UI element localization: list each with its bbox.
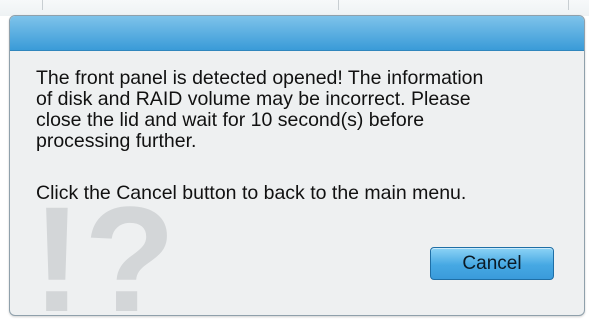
instruction-text: Click the Cancel button to back to the m… (36, 182, 467, 204)
message-line: The front panel is detected opened! The … (36, 67, 484, 89)
warning-dialog: !? The front panel is detected opened! T… (9, 15, 585, 316)
cancel-button[interactable]: Cancel (430, 247, 554, 280)
background-window-strip (0, 0, 589, 16)
message-line: of disk and RAID volume may be incorrect… (36, 88, 471, 110)
background-divider (338, 0, 339, 10)
warning-message: The front panel is detected opened! The … (36, 68, 566, 152)
message-line: close the lid and wait for 10 second(s) … (36, 109, 425, 131)
dialog-titlebar (10, 16, 584, 51)
background-divider (568, 0, 569, 10)
message-line: processing further. (36, 130, 197, 152)
background-divider (42, 0, 43, 10)
